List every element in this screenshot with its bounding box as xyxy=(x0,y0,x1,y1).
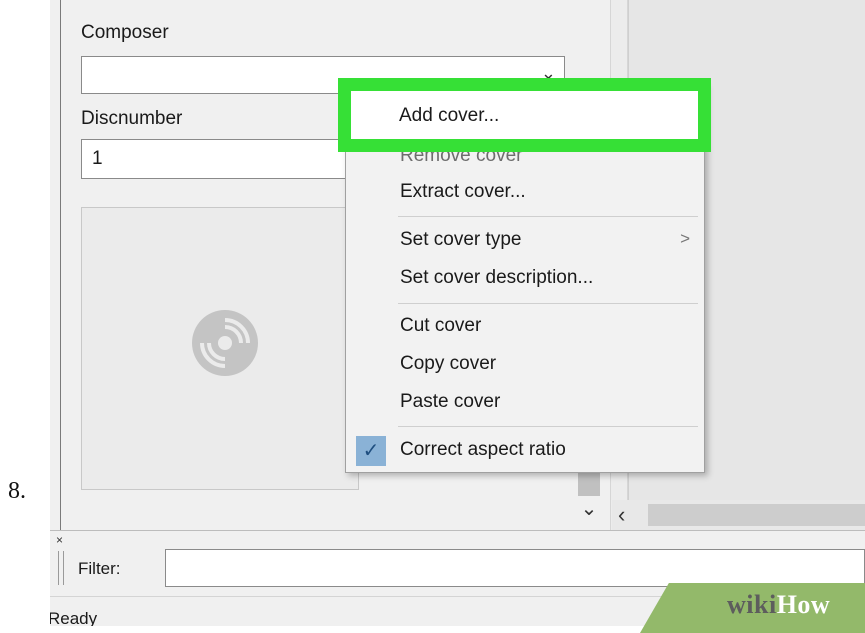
menu-item-label: Correct aspect ratio xyxy=(400,439,566,460)
chevron-right-icon: > xyxy=(680,229,690,248)
toolbar-grip[interactable] xyxy=(58,551,64,585)
filter-bar: × Filter: xyxy=(50,530,865,591)
watermark-how: How xyxy=(776,590,831,619)
horizontal-scrollbar-thumb[interactable] xyxy=(648,504,865,526)
close-icon[interactable]: × xyxy=(56,533,63,547)
menu-item-cut-cover[interactable]: Cut cover xyxy=(346,309,704,345)
menu-item-label: Cut cover xyxy=(400,315,482,336)
status-text: Ready xyxy=(50,609,98,626)
menu-item-correct-aspect-ratio[interactable]: ✓ Correct aspect ratio xyxy=(346,433,704,469)
chevron-down-icon[interactable]: ⌄ xyxy=(574,496,604,526)
menu-item-set-cover-type[interactable]: Set cover type > xyxy=(346,223,704,259)
vertical-scrollbar-thumb[interactable] xyxy=(578,470,600,496)
menu-item-label: Copy cover xyxy=(400,353,497,374)
horizontal-scrollbar[interactable]: ‹ xyxy=(612,500,865,530)
menu-separator xyxy=(398,426,698,427)
menu-separator xyxy=(398,216,698,217)
checkmark-icon: ✓ xyxy=(356,436,386,466)
discnumber-field[interactable]: 1 xyxy=(81,139,356,179)
menu-item-extract-cover[interactable]: Extract cover... xyxy=(346,175,704,211)
wikihow-logo: wikiHow xyxy=(727,590,830,620)
tutorial-highlight-box xyxy=(338,78,711,152)
step-number: 8. xyxy=(8,478,26,504)
chevron-left-icon[interactable]: ‹ xyxy=(618,502,625,528)
watermark-wiki: wiki xyxy=(727,590,777,619)
filter-label: Filter: xyxy=(78,559,121,578)
filter-input[interactable] xyxy=(165,549,865,587)
menu-item-label: Set cover type xyxy=(400,229,522,250)
menu-item-label: Set cover description... xyxy=(400,267,594,288)
menu-item-paste-cover[interactable]: Paste cover xyxy=(346,385,704,421)
discnumber-label: Discnumber xyxy=(81,108,183,129)
menu-item-set-cover-description[interactable]: Set cover description... xyxy=(346,261,704,297)
menu-separator xyxy=(398,303,698,304)
menu-item-label: Extract cover... xyxy=(400,181,526,202)
cover-art-area[interactable] xyxy=(81,207,359,490)
composer-label: Composer xyxy=(81,22,169,43)
menu-item-copy-cover[interactable]: Copy cover xyxy=(346,347,704,383)
menu-item-label: Paste cover xyxy=(400,391,501,412)
cd-disc-icon xyxy=(192,310,258,376)
